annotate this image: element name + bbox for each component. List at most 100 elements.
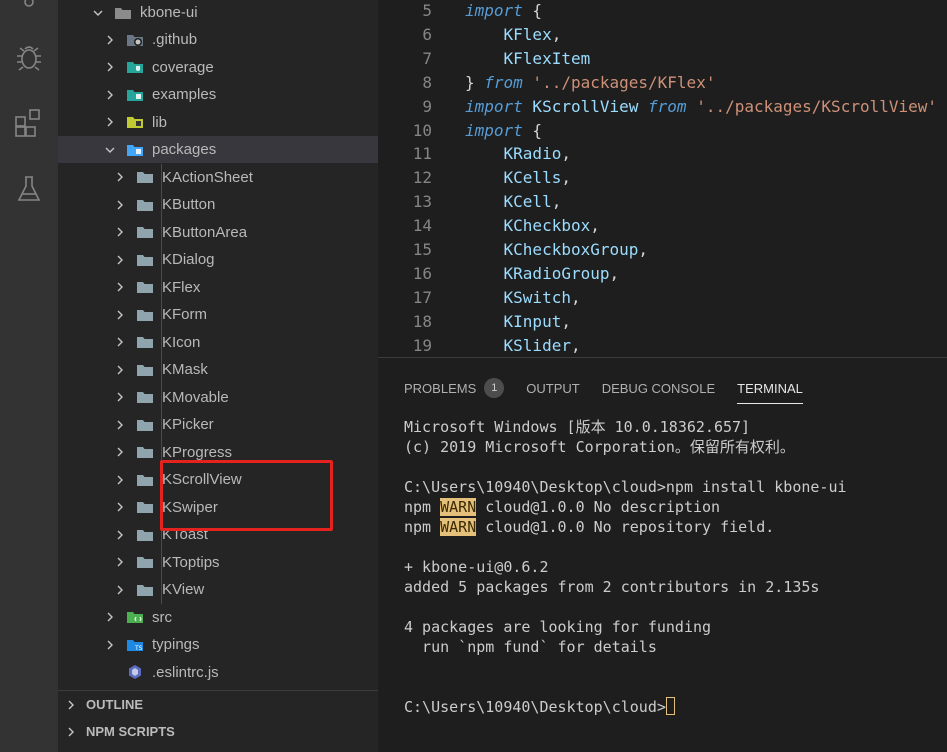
code-line: 10 import {	[378, 119, 947, 143]
tab-terminal[interactable]: TERMINAL	[737, 380, 803, 404]
chevron-right-icon	[114, 417, 126, 433]
code-content: KFlex,	[465, 23, 562, 47]
line-number: 10	[412, 120, 432, 140]
code-token: ,	[561, 144, 571, 164]
extensions-icon[interactable]	[12, 105, 46, 139]
tab-debug-console[interactable]: DEBUG CONSOLE	[602, 381, 715, 396]
section-npm-scripts[interactable]: NPM SCRIPTS	[58, 718, 378, 745]
code-editor[interactable]: 5 import {6 KFlex, 7 KFlexItem 8} from '../…	[378, 0, 947, 357]
tree-folder-kform[interactable]: KForm	[58, 301, 378, 328]
tree-folder-kmask[interactable]: KMask	[58, 356, 378, 383]
section-outline[interactable]: OUTLINE	[58, 691, 378, 718]
terminal-line: C:\Users\10940\Desktop\cloud>npm install…	[404, 478, 847, 496]
tree-folder-kview[interactable]: KView	[58, 576, 378, 603]
line-number: 7	[422, 48, 432, 68]
code-content: KCheckboxGroup,	[465, 238, 649, 262]
line-number: 13	[412, 192, 432, 212]
code-line: 12 KCells,	[378, 166, 947, 190]
chevron-right-icon	[114, 224, 126, 240]
chevron-right-icon	[66, 726, 76, 738]
code-token: KSwitch	[465, 287, 571, 307]
tree-folder-packages[interactable]: packages	[58, 136, 378, 163]
tab-output[interactable]: OUTPUT	[526, 381, 579, 396]
line-number: 18	[412, 311, 432, 331]
indent-guide	[161, 164, 162, 604]
tree-folder-kbone-ui[interactable]: kbone-ui	[58, 0, 378, 26]
src-folder-icon	[126, 609, 144, 625]
tree-folder-kflex[interactable]: KFlex	[58, 274, 378, 301]
terminal-line: + kbone-ui@0.6.2	[404, 558, 549, 576]
source-control-icon[interactable]	[12, 0, 46, 20]
chevron-right-icon	[114, 362, 126, 378]
bottom-panel: PROBLEMS 1 OUTPUT DEBUG CONSOLE TERMINAL Mic…	[378, 357, 947, 752]
tree-folder-kbuttonarea[interactable]: KButtonArea	[58, 219, 378, 246]
tree-folder-kicon[interactable]: KIcon	[58, 329, 378, 356]
code-token: KScrollView	[522, 96, 649, 116]
tab-problems[interactable]: PROBLEMS 1	[404, 378, 505, 398]
tree-label: KToptips	[162, 553, 220, 571]
code-line: 6 KFlex,	[378, 23, 947, 47]
code-line: 13 KCell,	[378, 190, 947, 214]
tree-folder-kpicker[interactable]: KPicker	[58, 411, 378, 438]
folder-icon	[136, 224, 154, 240]
code-token: import	[465, 120, 523, 140]
terminal-line: (c) 2019 Microsoft Corporation。保留所有权利。	[404, 438, 795, 456]
chevron-down-icon	[104, 142, 116, 158]
line-number: 17	[412, 287, 432, 307]
tree-folder-kdialog[interactable]: KDialog	[58, 246, 378, 273]
code-content: import {	[465, 0, 542, 23]
tree-folder-kactionsheet[interactable]: KActionSheet	[58, 164, 378, 191]
highlight-annotation-box	[160, 460, 333, 531]
code-content: import {	[465, 119, 542, 143]
code-token: npm	[404, 518, 441, 536]
tree-label: KMovable	[162, 388, 229, 406]
chevron-right-icon	[114, 554, 126, 570]
panel-tabs: PROBLEMS 1 OUTPUT DEBUG CONSOLE TERMINAL	[404, 376, 825, 404]
tree-label: KPicker	[162, 416, 214, 433]
tree-label: kbone-ui	[140, 4, 198, 21]
chevron-right-icon	[114, 169, 126, 185]
tree-label: KProgress	[162, 443, 233, 461]
svg-text:TS: TS	[134, 645, 143, 652]
chevron-right-icon	[114, 197, 126, 213]
tree-item-typings[interactable]: TS typings	[58, 631, 378, 658]
chevron-right-icon	[114, 582, 126, 598]
line-number: 5	[422, 1, 432, 20]
tree-label: KForm	[162, 306, 207, 323]
code-token: import	[465, 96, 523, 116]
debug-icon[interactable]	[12, 40, 46, 74]
tab-label: TERMINAL	[737, 380, 803, 396]
folder-icon	[136, 197, 154, 213]
tree-item-eslintrcjs[interactable]: .eslintrc.js	[58, 659, 378, 686]
code-content: KFlexItem	[465, 47, 591, 71]
tree-label: coverage	[152, 58, 214, 76]
explorer-sidebar: kbone-ui .github coverage examples lib packa…	[58, 0, 378, 752]
code-line: 14 KCheckbox,	[378, 214, 947, 238]
folder-icon	[136, 307, 154, 323]
tree-folder-ktoptips[interactable]: KToptips	[58, 549, 378, 576]
coverage-folder-icon	[126, 59, 144, 75]
terminal-output[interactable]: Microsoft Windows [版本 10.0.18362.657] (c)…	[404, 417, 944, 717]
line-number: 11	[412, 144, 432, 164]
tree-folder-kbutton[interactable]: KButton	[58, 191, 378, 218]
tree-item-src[interactable]: src	[58, 604, 378, 631]
code-token: ,	[570, 287, 581, 307]
tree-folder-lib[interactable]: lib	[58, 109, 378, 136]
code-token: {	[522, 120, 543, 140]
tab-label: OUTPUT	[526, 380, 580, 396]
tree-folder-github[interactable]: .github	[58, 26, 378, 53]
tree-folder-examples[interactable]: examples	[58, 81, 378, 108]
tree-folder-kmovable[interactable]: KMovable	[58, 384, 378, 411]
code-line: 8} from '../packages/KFlex'	[378, 71, 947, 95]
test-flask-icon[interactable]	[12, 172, 46, 206]
code-token: KCheckbox	[465, 216, 591, 236]
terminal-line: Microsoft Windows [版本 10.0.18362.657]	[404, 418, 751, 436]
tree-label: KDialog	[162, 251, 215, 268]
code-token: npm	[404, 498, 441, 516]
tree-folder-coverage[interactable]: coverage	[58, 54, 378, 81]
